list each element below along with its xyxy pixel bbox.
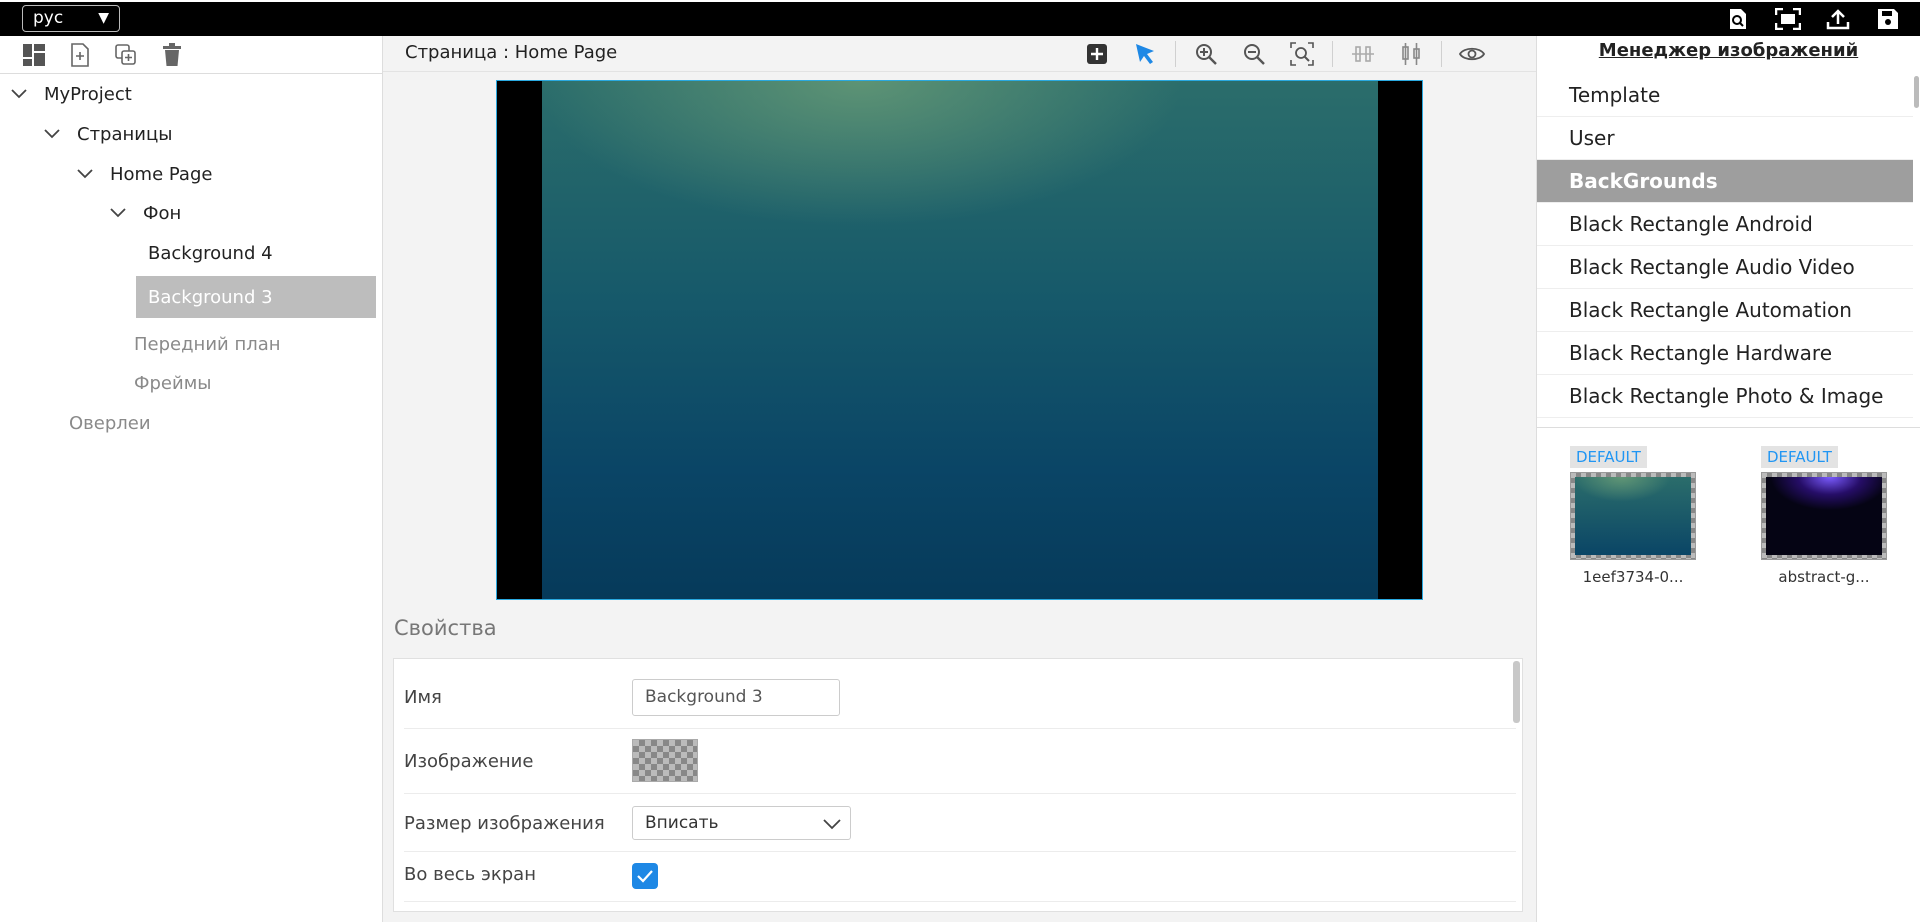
- tree-item-overlays[interactable]: Оверлеи: [69, 403, 151, 443]
- category-item-selected[interactable]: BackGrounds: [1537, 160, 1913, 203]
- property-label: Имя: [404, 687, 442, 708]
- editor-header: Страница : Home Page: [383, 36, 1536, 72]
- preview-eye-icon[interactable]: [1458, 40, 1486, 68]
- toolbar-separator: [1441, 41, 1442, 67]
- property-row-image-size: Размер изображения Вписать: [404, 794, 1516, 852]
- upload-icon[interactable]: [1824, 7, 1852, 31]
- language-select[interactable]: рус ▼: [22, 5, 120, 32]
- tree-toolbar: [0, 36, 382, 74]
- property-label: Во весь экран: [404, 864, 536, 885]
- delete-icon[interactable]: [159, 42, 185, 68]
- name-input[interactable]: Background 3: [632, 679, 840, 716]
- tree-item-background-4[interactable]: Background 4: [136, 233, 376, 273]
- image-manager-title[interactable]: Менеджер изображений: [1537, 36, 1920, 74]
- editor-area: Страница : Home Page Свойства Имя Backgr…: [383, 36, 1536, 922]
- image-size-value: Вписать: [645, 813, 719, 833]
- thumbnail-card[interactable]: DEFAULT 1eef3734-0...: [1570, 446, 1696, 586]
- category-item[interactable]: Black Rectangle Automation: [1537, 289, 1913, 332]
- layout-icon[interactable]: [21, 42, 47, 68]
- tree-item-background-3[interactable]: Background 3: [136, 276, 376, 318]
- image-size-select[interactable]: Вписать: [632, 806, 851, 840]
- property-row-image: Изображение: [404, 729, 1516, 794]
- category-item[interactable]: Template: [1537, 74, 1913, 117]
- tree-item-label: Передний план: [134, 333, 281, 355]
- toolbar-separator: [1332, 41, 1333, 67]
- tree-item-label: Страницы: [77, 123, 173, 145]
- align-horizontal-icon[interactable]: [1349, 40, 1377, 68]
- tree-item-label: Home Page: [110, 163, 213, 185]
- property-label: Изображение: [404, 751, 534, 772]
- duplicate-icon[interactable]: [113, 42, 139, 68]
- add-icon[interactable]: [1083, 40, 1111, 68]
- page-title: Страница : Home Page: [405, 42, 618, 63]
- tree-item-label: Background 4: [148, 242, 273, 264]
- language-value: рус: [33, 8, 64, 28]
- chevron-down-icon: [822, 813, 842, 845]
- search-document-icon[interactable]: [1724, 7, 1752, 31]
- zoom-in-icon[interactable]: [1192, 40, 1220, 68]
- thumbnail-image[interactable]: [1761, 472, 1887, 560]
- app-window: рус ▼ MyProject Страницы Home Page Фон B…: [0, 0, 1920, 922]
- property-row-name: Имя Background 3: [404, 669, 1516, 729]
- save-icon[interactable]: [1874, 7, 1902, 31]
- caret-down-icon: ▼: [98, 10, 109, 26]
- fullscreen-checkbox[interactable]: [632, 863, 658, 889]
- tree-item-label: Оверлеи: [69, 412, 151, 434]
- project-tree: MyProject Страницы Home Page Фон Backgro…: [0, 74, 382, 914]
- editor-toolbar: [1073, 40, 1496, 68]
- property-row-fullscreen: Во весь экран: [404, 852, 1516, 902]
- default-badge: DEFAULT: [1761, 446, 1838, 468]
- thumbnail-image[interactable]: [1570, 472, 1696, 560]
- tree-item-label: MyProject: [44, 83, 132, 105]
- properties-panel: Имя Background 3 Изображение Размер изоб…: [393, 658, 1523, 912]
- tree-item-background-group[interactable]: Фон: [109, 193, 181, 233]
- page-canvas[interactable]: [496, 80, 1423, 600]
- tree-item-label: Фреймы: [134, 372, 212, 394]
- tree-item-label: Фон: [143, 202, 182, 224]
- fullscreen-icon[interactable]: [1774, 7, 1802, 31]
- default-badge: DEFAULT: [1570, 446, 1647, 468]
- chevron-down-icon: [109, 203, 129, 224]
- thumbnail-card[interactable]: DEFAULT abstract-g...: [1761, 446, 1887, 586]
- zoom-fit-icon[interactable]: [1288, 40, 1316, 68]
- category-item[interactable]: Black Rectangle Audio Video: [1537, 246, 1913, 289]
- tree-item-frames[interactable]: Фреймы: [134, 363, 211, 403]
- tree-item-myproject[interactable]: MyProject: [10, 74, 132, 114]
- new-page-icon[interactable]: [67, 42, 93, 68]
- category-item[interactable]: Black Rectangle Photo & Image: [1537, 375, 1913, 418]
- chevron-down-icon: [43, 124, 63, 145]
- category-scrollbar[interactable]: [1914, 76, 1919, 108]
- image-picker[interactable]: [632, 739, 698, 782]
- tree-item-label: Background 3: [148, 286, 273, 308]
- properties-scrollbar[interactable]: [1513, 661, 1520, 723]
- pointer-icon[interactable]: [1131, 40, 1159, 68]
- tree-item-pages[interactable]: Страницы: [43, 114, 172, 154]
- chevron-down-icon: [76, 164, 96, 185]
- thumbnail-name: 1eef3734-0...: [1582, 568, 1684, 586]
- toolbar-separator: [1175, 41, 1176, 67]
- zoom-out-icon[interactable]: [1240, 40, 1268, 68]
- tree-item-foreground[interactable]: Передний план: [134, 324, 281, 364]
- background-image[interactable]: [542, 81, 1378, 599]
- category-item[interactable]: User: [1537, 117, 1913, 160]
- category-item[interactable]: Black Rectangle Hardware: [1537, 332, 1913, 375]
- property-label: Размер изображения: [404, 813, 605, 834]
- top-bar: рус ▼: [0, 0, 1920, 36]
- thumbnail-name: abstract-g...: [1778, 568, 1870, 586]
- project-tree-panel: MyProject Страницы Home Page Фон Backgro…: [0, 36, 383, 922]
- properties-title: Свойства: [394, 616, 497, 640]
- image-category-list: Template User BackGrounds Black Rectangl…: [1537, 74, 1920, 428]
- image-manager-panel: Менеджер изображений Template User BackG…: [1536, 36, 1920, 922]
- category-item[interactable]: Black Rectangle Android: [1537, 203, 1913, 246]
- chevron-down-icon: [10, 84, 30, 105]
- align-vertical-icon[interactable]: [1397, 40, 1425, 68]
- tree-item-home-page[interactable]: Home Page: [76, 154, 212, 194]
